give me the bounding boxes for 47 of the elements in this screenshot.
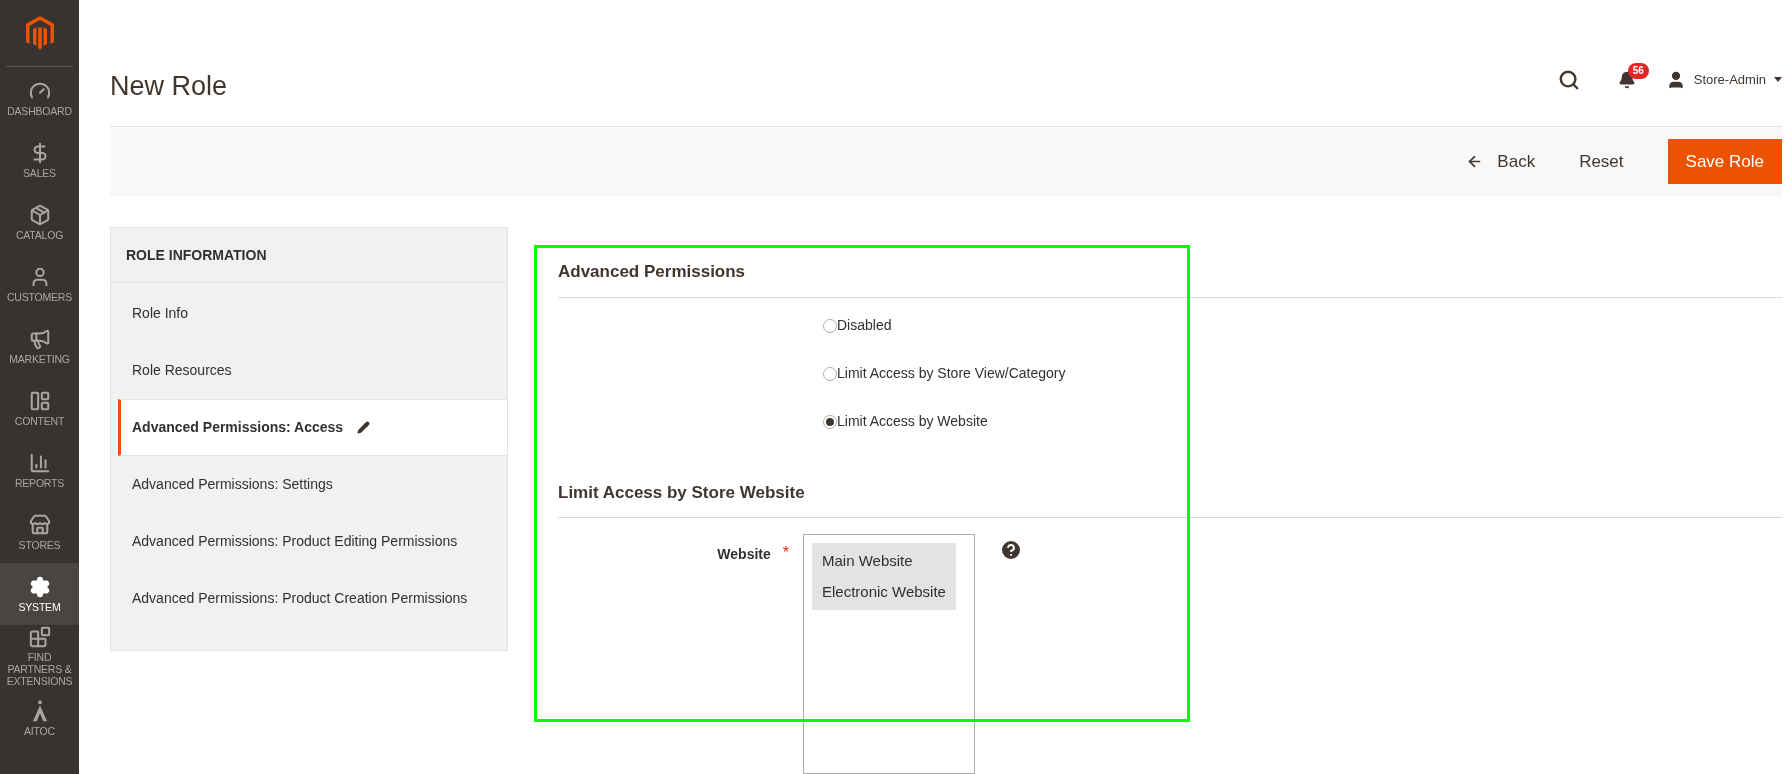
- megaphone-icon: [28, 327, 51, 350]
- save-button[interactable]: Save Role: [1667, 138, 1782, 184]
- section-title: Advanced Permissions: [558, 259, 1782, 298]
- caret-icon: [1774, 77, 1782, 83]
- box-icon: [28, 203, 51, 226]
- tab-item[interactable]: Role Resources: [118, 342, 507, 399]
- store-icon: [28, 513, 51, 536]
- radio-button[interactable]: [823, 318, 837, 333]
- pencil-icon: [357, 421, 371, 434]
- tab-item[interactable]: Advanced Permissions: Product Creation Permissions: [118, 570, 507, 627]
- sidebar-item[interactable]: FIND PARTNERS & EXTENSIONS: [0, 625, 79, 687]
- sidebar-item[interactable]: CATALOG: [0, 191, 79, 253]
- radio-button[interactable]: [823, 366, 837, 381]
- blocks-icon: [28, 625, 51, 648]
- reset-button[interactable]: Reset: [1579, 148, 1624, 174]
- help-icon[interactable]: [999, 538, 1023, 562]
- page-title: New Role: [110, 69, 228, 103]
- settings-icon: [28, 575, 51, 598]
- tab-item[interactable]: Advanced Permissions: Settings: [118, 456, 507, 513]
- tab-item[interactable]: Role Info: [118, 285, 507, 342]
- bar-chart-icon: [28, 451, 51, 474]
- radio-option[interactable]: Disabled: [823, 315, 1782, 336]
- sidebar-item[interactable]: REPORTS: [0, 439, 79, 501]
- required-mark: *: [782, 544, 789, 563]
- website-listbox[interactable]: Main Website Electronic Website: [803, 534, 975, 774]
- search-icon[interactable]: [1557, 68, 1580, 91]
- tab-item[interactable]: Advanced Permissions: Product Editing Permissions: [118, 513, 507, 570]
- back-button[interactable]: Back: [1466, 148, 1536, 174]
- notification-count: 56: [1627, 62, 1649, 79]
- sidebar-item[interactable]: SYSTEM: [0, 563, 79, 625]
- sidebar-item[interactable]: STORES: [0, 501, 79, 563]
- layout-icon: [28, 389, 51, 412]
- sidebar-item[interactable]: AITOC: [0, 687, 79, 749]
- field-label: Website: [717, 545, 771, 564]
- radio-option[interactable]: Limit Access by Store View/Category: [823, 363, 1782, 384]
- tab-item[interactable]: Advanced Permissions: Access: [118, 399, 507, 456]
- sidebar-item[interactable]: DASHBOARD: [0, 67, 79, 129]
- sidebar-item[interactable]: MARKETING: [0, 315, 79, 377]
- radio-button[interactable]: [823, 414, 837, 429]
- radio-option[interactable]: Limit Access by Website: [823, 411, 1782, 432]
- sidebar-item[interactable]: SALES: [0, 129, 79, 191]
- user-menu[interactable]: Store-Admin: [1665, 69, 1782, 90]
- logo-icon: [25, 16, 54, 50]
- section-title: Limit Access by Store Website: [558, 479, 1782, 518]
- sidebar-item[interactable]: CONTENT: [0, 377, 79, 439]
- panel-title: ROLE INFORMATION: [126, 245, 267, 265]
- sidebar-item[interactable]: CUSTOMERS: [0, 253, 79, 315]
